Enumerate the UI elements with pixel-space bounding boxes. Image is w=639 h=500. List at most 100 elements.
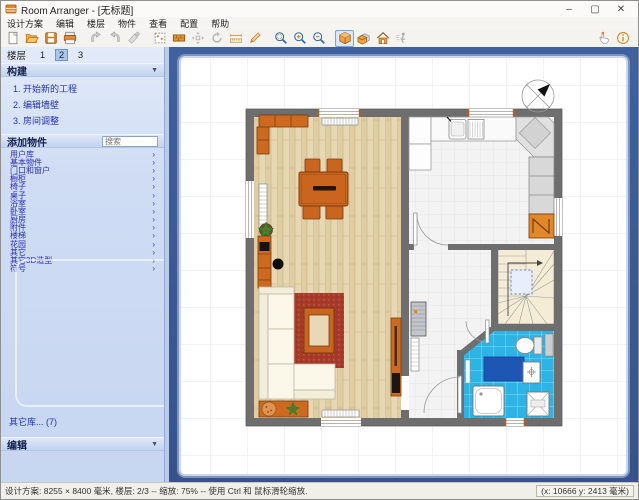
window[interactable] bbox=[246, 181, 254, 238]
menu-item[interactable]: 楼层 bbox=[87, 17, 105, 30]
room-arranger-window: Room Arranger - [无标题] – ▢ ✕ 设计方案编辑楼层物件查看… bbox=[0, 0, 639, 500]
build-section-header[interactable]: 构建 ▼ bbox=[1, 63, 164, 77]
kitchen-sink[interactable] bbox=[447, 117, 484, 139]
maximize-button[interactable]: ▢ bbox=[582, 2, 608, 17]
other-libraries-link[interactable]: 其它库... (7) bbox=[9, 415, 57, 428]
close-button[interactable]: ✕ bbox=[608, 2, 634, 17]
rotate-button[interactable] bbox=[207, 30, 226, 47]
kitchen-counter[interactable] bbox=[431, 117, 516, 141]
window[interactable] bbox=[554, 198, 562, 236]
sideboard[interactable] bbox=[259, 401, 308, 417]
redo-button[interactable] bbox=[105, 30, 124, 47]
staircase[interactable] bbox=[498, 248, 554, 324]
walkthrough-button[interactable] bbox=[392, 30, 411, 47]
bath-mat[interactable] bbox=[484, 357, 524, 381]
pointer-button[interactable] bbox=[594, 30, 613, 47]
build-step-link[interactable]: 1. 开始新的工程 bbox=[13, 82, 158, 95]
kitchen-cabinets[interactable] bbox=[529, 157, 554, 214]
collapse-icon[interactable]: ▼ bbox=[151, 441, 158, 448]
tv-cabinet[interactable] bbox=[391, 318, 401, 396]
menu-item[interactable]: 配置 bbox=[180, 17, 198, 30]
view-3d-button[interactable] bbox=[335, 30, 354, 47]
edit-section-header[interactable]: 编辑 ▼ bbox=[1, 437, 164, 451]
open-button[interactable] bbox=[22, 30, 41, 47]
draw-icon bbox=[248, 31, 262, 45]
plan-page[interactable] bbox=[181, 58, 626, 474]
floor-tab-2[interactable]: 2 bbox=[55, 49, 68, 61]
add-objects-header: 添加物件 bbox=[1, 134, 164, 148]
print-button[interactable] bbox=[60, 30, 79, 47]
floor-plan[interactable] bbox=[181, 58, 626, 474]
search-input[interactable] bbox=[102, 136, 158, 147]
menu-item[interactable]: 编辑 bbox=[56, 17, 74, 30]
bookshelf[interactable] bbox=[258, 236, 271, 288]
tall-cabinets[interactable] bbox=[409, 117, 431, 170]
hall-radiator[interactable] bbox=[411, 338, 419, 371]
bathroom-heater[interactable] bbox=[466, 360, 471, 383]
build-step-link[interactable]: 3. 房间调整 bbox=[13, 114, 158, 127]
build-steps: 1. 开始新的工程 2. 编辑墙壁 3. 房间调整 bbox=[1, 77, 164, 134]
house-3d-button[interactable] bbox=[373, 30, 392, 47]
kitchen-wall[interactable] bbox=[448, 244, 554, 250]
compass-rose[interactable] bbox=[522, 80, 554, 112]
radiator[interactable] bbox=[322, 410, 359, 417]
coffee-table[interactable] bbox=[304, 308, 334, 353]
washing-machine[interactable] bbox=[527, 392, 549, 416]
window[interactable] bbox=[321, 418, 361, 426]
save-button[interactable] bbox=[41, 30, 60, 47]
menu-item[interactable]: 物件 bbox=[118, 17, 136, 30]
menu-item[interactable]: 查看 bbox=[149, 17, 167, 30]
window[interactable] bbox=[468, 109, 515, 117]
menu-item[interactable]: 帮助 bbox=[211, 17, 229, 30]
plan-select-button[interactable] bbox=[150, 30, 169, 47]
collapse-icon[interactable]: ▼ bbox=[151, 67, 158, 74]
window[interactable] bbox=[318, 109, 361, 117]
floor-tab-1[interactable]: 1 bbox=[36, 49, 49, 61]
draw-button[interactable] bbox=[245, 30, 264, 47]
object-categories: 用户库›基本物件›门口和窗户›橱柜›椅子›桌子›浴室›卧室›厨房›附件›楼梯›花… bbox=[1, 148, 164, 273]
bathroom-sink[interactable] bbox=[523, 362, 540, 383]
new-icon bbox=[6, 31, 20, 45]
format-brush-button[interactable] bbox=[124, 30, 143, 47]
measure-button[interactable] bbox=[226, 30, 245, 47]
build-title: 构建 bbox=[7, 63, 27, 78]
zoom-out-icon bbox=[312, 31, 326, 45]
wall-button[interactable] bbox=[169, 30, 188, 47]
window[interactable] bbox=[505, 418, 526, 426]
redo-icon bbox=[108, 31, 122, 45]
undo-button[interactable] bbox=[86, 30, 105, 47]
zoom-window-button[interactable] bbox=[271, 30, 290, 47]
transform-icon bbox=[191, 31, 205, 45]
panel-outline bbox=[15, 259, 165, 407]
minimize-button[interactable]: – bbox=[556, 2, 582, 17]
transform-button[interactable] bbox=[188, 30, 207, 47]
objects-3d-button[interactable] bbox=[354, 30, 373, 47]
toilet[interactable] bbox=[516, 337, 542, 354]
zoom-in-button[interactable] bbox=[290, 30, 309, 47]
hall-radiator[interactable] bbox=[411, 302, 426, 336]
status-bar: 设计方案: 8255 × 8400 毫米, 楼层: 2/3 -- 缩放: 75%… bbox=[1, 482, 638, 499]
new-button[interactable] bbox=[3, 30, 22, 47]
rotate-icon bbox=[210, 31, 224, 45]
status-text: 设计方案: 8255 × 8400 毫米, 楼层: 2/3 -- 缩放: 75%… bbox=[5, 485, 308, 497]
oven[interactable] bbox=[529, 214, 554, 238]
bath-cabinet[interactable] bbox=[545, 334, 553, 356]
objects-3d-icon bbox=[357, 31, 371, 45]
floor-tab-3[interactable]: 3 bbox=[74, 49, 87, 61]
radiator[interactable] bbox=[322, 118, 358, 125]
menu-item[interactable]: 设计方案 bbox=[7, 17, 43, 30]
stair-wall[interactable] bbox=[491, 248, 498, 331]
add-objects-title: 添加物件 bbox=[7, 134, 47, 149]
toolbar bbox=[1, 29, 638, 47]
info-button[interactable] bbox=[613, 30, 632, 47]
floor-lamp[interactable] bbox=[273, 259, 284, 270]
shower-tray[interactable] bbox=[473, 386, 504, 416]
zoom-out-button[interactable] bbox=[309, 30, 328, 47]
build-step-link[interactable]: 2. 编辑墙壁 bbox=[13, 98, 158, 111]
interior-wall[interactable] bbox=[401, 109, 409, 376]
drawing-canvas[interactable] bbox=[169, 47, 638, 482]
stair-bath-wall[interactable] bbox=[491, 324, 554, 331]
dining-table[interactable] bbox=[299, 172, 348, 206]
edit-title: 编辑 bbox=[7, 437, 27, 452]
bathroom[interactable] bbox=[457, 320, 554, 418]
